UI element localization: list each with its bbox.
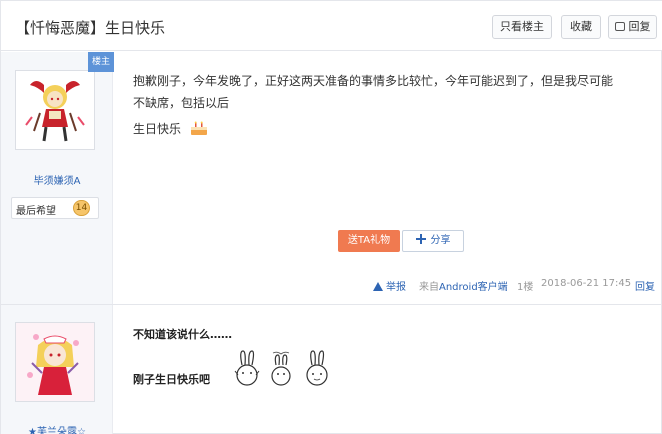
share-label: 分享	[430, 235, 451, 246]
author-username[interactable]: ★芙兰朵露☆	[1, 423, 113, 434]
post-datetime: 2018-06-21 17:45	[541, 278, 632, 289]
level-name: 最后希望	[16, 206, 56, 217]
floor-number: 1楼	[517, 282, 534, 293]
rabbit-sticker-icon	[306, 350, 328, 386]
post-text-line: 抱歉刚子，今年发晚了，正好这两天准备的事情多比较忙，今年可能迟到了，但是我尽可能	[133, 74, 614, 88]
client-prefix: 来自	[419, 282, 439, 293]
warning-icon	[373, 282, 383, 291]
reply-button-label: 回复	[628, 20, 651, 33]
avatar-image-icon	[16, 323, 94, 401]
client-link[interactable]: Android客户端	[439, 282, 508, 293]
rabbit-sticker-icon	[234, 350, 260, 386]
op-ribbon-badge: 楼主	[88, 52, 114, 72]
post-floor-2: ★芙兰朵露☆ 不知道该说什么…… 刚子生日快乐吧	[1, 305, 662, 434]
avatar[interactable]	[15, 322, 95, 402]
report-label: 举报	[386, 282, 406, 293]
avatar-image-icon	[16, 71, 94, 149]
reply-button[interactable]: 回复	[608, 15, 657, 39]
post-content: 抱歉刚子，今年发晚了，正好这两天准备的事情多比较忙，今年可能迟到了，但是我尽可能…	[133, 70, 653, 140]
post-floor-1: 楼主 毕须嫌须A 最后希望 14 抱歉刚子，今年发晚了，正好这两天准备的事情多比…	[1, 52, 662, 304]
thread-title: 【忏悔恶魔】生日快乐	[15, 19, 166, 37]
only-op-button[interactable]: 只看楼主	[492, 15, 552, 39]
client-source: 来自Android客户端	[419, 278, 508, 293]
rabbit-sticker-icon	[271, 351, 291, 386]
post-text-birthday: 生日快乐	[133, 122, 182, 136]
level-number: 14	[73, 200, 90, 216]
post-text-line: 生日快乐	[133, 118, 653, 140]
avatar[interactable]	[15, 70, 95, 150]
plus-icon	[415, 234, 426, 244]
author-sidebar: 楼主 毕须嫌须A 最后希望 14	[1, 52, 114, 304]
post-text-line: 刚子生日快乐吧	[133, 373, 210, 386]
author-username[interactable]: 毕须嫌须A	[1, 172, 113, 187]
post-text-line: 不缺席，包括以后	[133, 96, 230, 110]
cake-emoji-icon	[190, 121, 207, 135]
post-reply-link[interactable]: 回复	[635, 278, 655, 293]
thread-header: 【忏悔恶魔】生日快乐 只看楼主 收藏 回复	[1, 1, 662, 51]
send-gift-button[interactable]: 送TA礼物	[338, 230, 400, 252]
share-button[interactable]: 分享	[402, 230, 464, 252]
post-text-line: 不知道该说什么……	[133, 328, 232, 341]
favorite-button[interactable]: 收藏	[561, 15, 601, 39]
tieba-thread-page: 【忏悔恶魔】生日快乐 只看楼主 收藏 回复 楼主 毕须嫌须A 最后希望 14 抱…	[0, 0, 662, 434]
comment-icon	[614, 22, 625, 31]
report-link[interactable]: 举报	[373, 278, 406, 293]
level-badge[interactable]: 最后希望 14	[11, 197, 99, 219]
author-sidebar: ★芙兰朵露☆	[1, 305, 113, 434]
